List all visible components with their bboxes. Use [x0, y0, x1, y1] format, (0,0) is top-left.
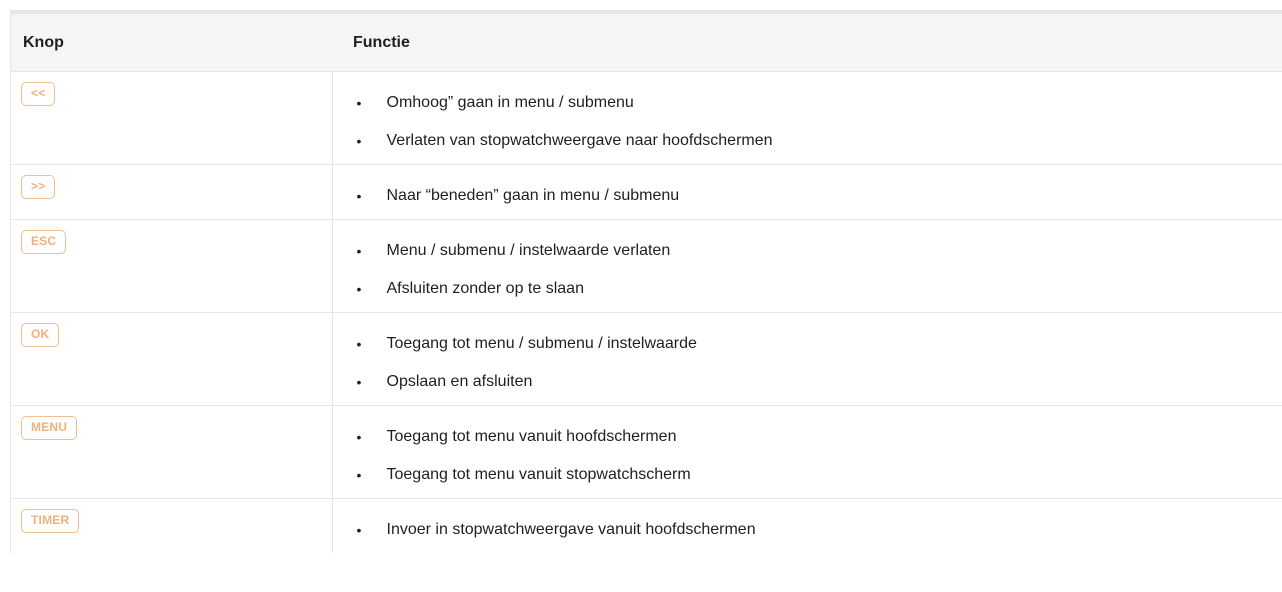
function-item: • Invoer in stopwatchweergave vanuit hoof…: [333, 511, 1282, 549]
button-function-table-container: Knop Functie << • Omhoog” gaan in menu / …: [10, 10, 1282, 553]
bullet-icon: •: [356, 243, 362, 259]
function-list: • Omhoog” gaan in menu / submenu • Verlate…: [333, 72, 1282, 164]
function-item: • Menu / submenu / instelwaarde verlaten: [333, 232, 1282, 270]
table-row: TIMER • Invoer in stopwatchweergave vanui…: [11, 498, 1282, 553]
key-esc-badge: ESC: [21, 230, 67, 254]
table-row: ESC • Menu / submenu / instelwaarde verla…: [11, 219, 1282, 313]
function-list: • Invoer in stopwatchweergave vanuit hoof…: [333, 499, 1282, 553]
function-text: Toegang tot menu vanuit hoofdschermen: [386, 428, 677, 445]
function-text: Afsluiten zonder op te slaan: [386, 280, 584, 297]
function-item: • Toegang tot menu vanuit stopwatchscherm: [333, 456, 1282, 494]
table-row: OK • Toegang tot menu / submenu / instelw…: [11, 312, 1282, 406]
functie-cell: • Toegang tot menu / submenu / instelwaar…: [332, 312, 1282, 406]
bullet-icon: •: [356, 95, 362, 111]
functie-cell: • Menu / submenu / instelwaarde verlaten …: [332, 219, 1282, 313]
table-row: << • Omhoog” gaan in menu / submenu • Verl…: [11, 71, 1282, 165]
bullet-icon: •: [356, 281, 362, 297]
bullet-icon: •: [356, 374, 362, 390]
table-row: >> • Naar “beneden” gaan in menu / submen…: [11, 164, 1282, 220]
table-body: << • Omhoog” gaan in menu / submenu • Verl…: [11, 71, 1282, 553]
functie-cell: • Invoer in stopwatchweergave vanuit hoof…: [332, 498, 1282, 553]
function-item: • Toegang tot menu / submenu / instelwaar…: [333, 325, 1282, 363]
function-item: • Verlaten van stopwatchweergave naar hoo…: [333, 122, 1282, 160]
function-text: Menu / submenu / instelwaarde verlaten: [386, 242, 671, 259]
function-text: Omhoog” gaan in menu / submenu: [386, 94, 634, 111]
key-timer-badge: TIMER: [21, 509, 80, 533]
function-item: • Opslaan en afsluiten: [333, 363, 1282, 401]
function-text: Toegang tot menu vanuit stopwatchscherm: [386, 466, 691, 483]
bullet-icon: •: [356, 429, 362, 445]
table-header: Knop Functie: [11, 14, 1282, 72]
function-text: Opslaan en afsluiten: [386, 373, 533, 390]
function-item: • Omhoog” gaan in menu / submenu: [333, 84, 1282, 122]
function-list: • Toegang tot menu vanuit hoofdschermen •…: [333, 406, 1282, 498]
column-header-knop: Knop: [11, 14, 332, 72]
function-item: • Toegang tot menu vanuit hoofdschermen: [333, 418, 1282, 456]
function-item: • Naar “beneden” gaan in menu / submenu: [333, 177, 1282, 215]
function-list: • Menu / submenu / instelwaarde verlaten …: [333, 220, 1282, 312]
knop-cell: >>: [11, 164, 333, 220]
function-item: • Afsluiten zonder op te slaan: [333, 270, 1282, 308]
function-text: Verlaten van stopwatchweergave naar hoof…: [386, 132, 773, 149]
key-ok-badge: OK: [21, 323, 60, 347]
functie-cell: • Toegang tot menu vanuit hoofdschermen •…: [332, 405, 1282, 499]
key-forward-badge: >>: [21, 175, 56, 199]
function-text: Naar “beneden” gaan in menu / submenu: [386, 187, 680, 204]
key-menu-badge: MENU: [21, 416, 78, 440]
functie-cell: • Naar “beneden” gaan in menu / submenu: [332, 164, 1282, 220]
bullet-icon: •: [356, 336, 362, 352]
functie-cell: • Omhoog” gaan in menu / submenu • Verlate…: [332, 71, 1282, 165]
function-list: • Toegang tot menu / submenu / instelwaar…: [333, 313, 1282, 405]
bullet-icon: •: [356, 522, 362, 538]
knop-cell: TIMER: [11, 498, 333, 553]
key-back-badge: <<: [21, 82, 56, 106]
knop-cell: MENU: [11, 405, 333, 499]
column-header-functie: Functie: [332, 14, 1282, 72]
function-text: Invoer in stopwatchweergave vanuit hoofd…: [386, 521, 756, 538]
function-list: • Naar “beneden” gaan in menu / submenu: [333, 165, 1282, 219]
bullet-icon: •: [356, 188, 362, 204]
knop-cell: ESC: [11, 219, 333, 313]
button-function-table: Knop Functie << • Omhoog” gaan in menu / …: [11, 14, 1282, 553]
bullet-icon: •: [356, 467, 362, 483]
table-header-row: Knop Functie: [11, 14, 1282, 72]
table-row: MENU • Toegang tot menu vanuit hoofdscher…: [11, 405, 1282, 499]
bullet-icon: •: [356, 133, 362, 149]
function-text: Toegang tot menu / submenu / instelwaard…: [386, 335, 697, 352]
knop-cell: <<: [11, 71, 333, 165]
knop-cell: OK: [11, 312, 333, 406]
